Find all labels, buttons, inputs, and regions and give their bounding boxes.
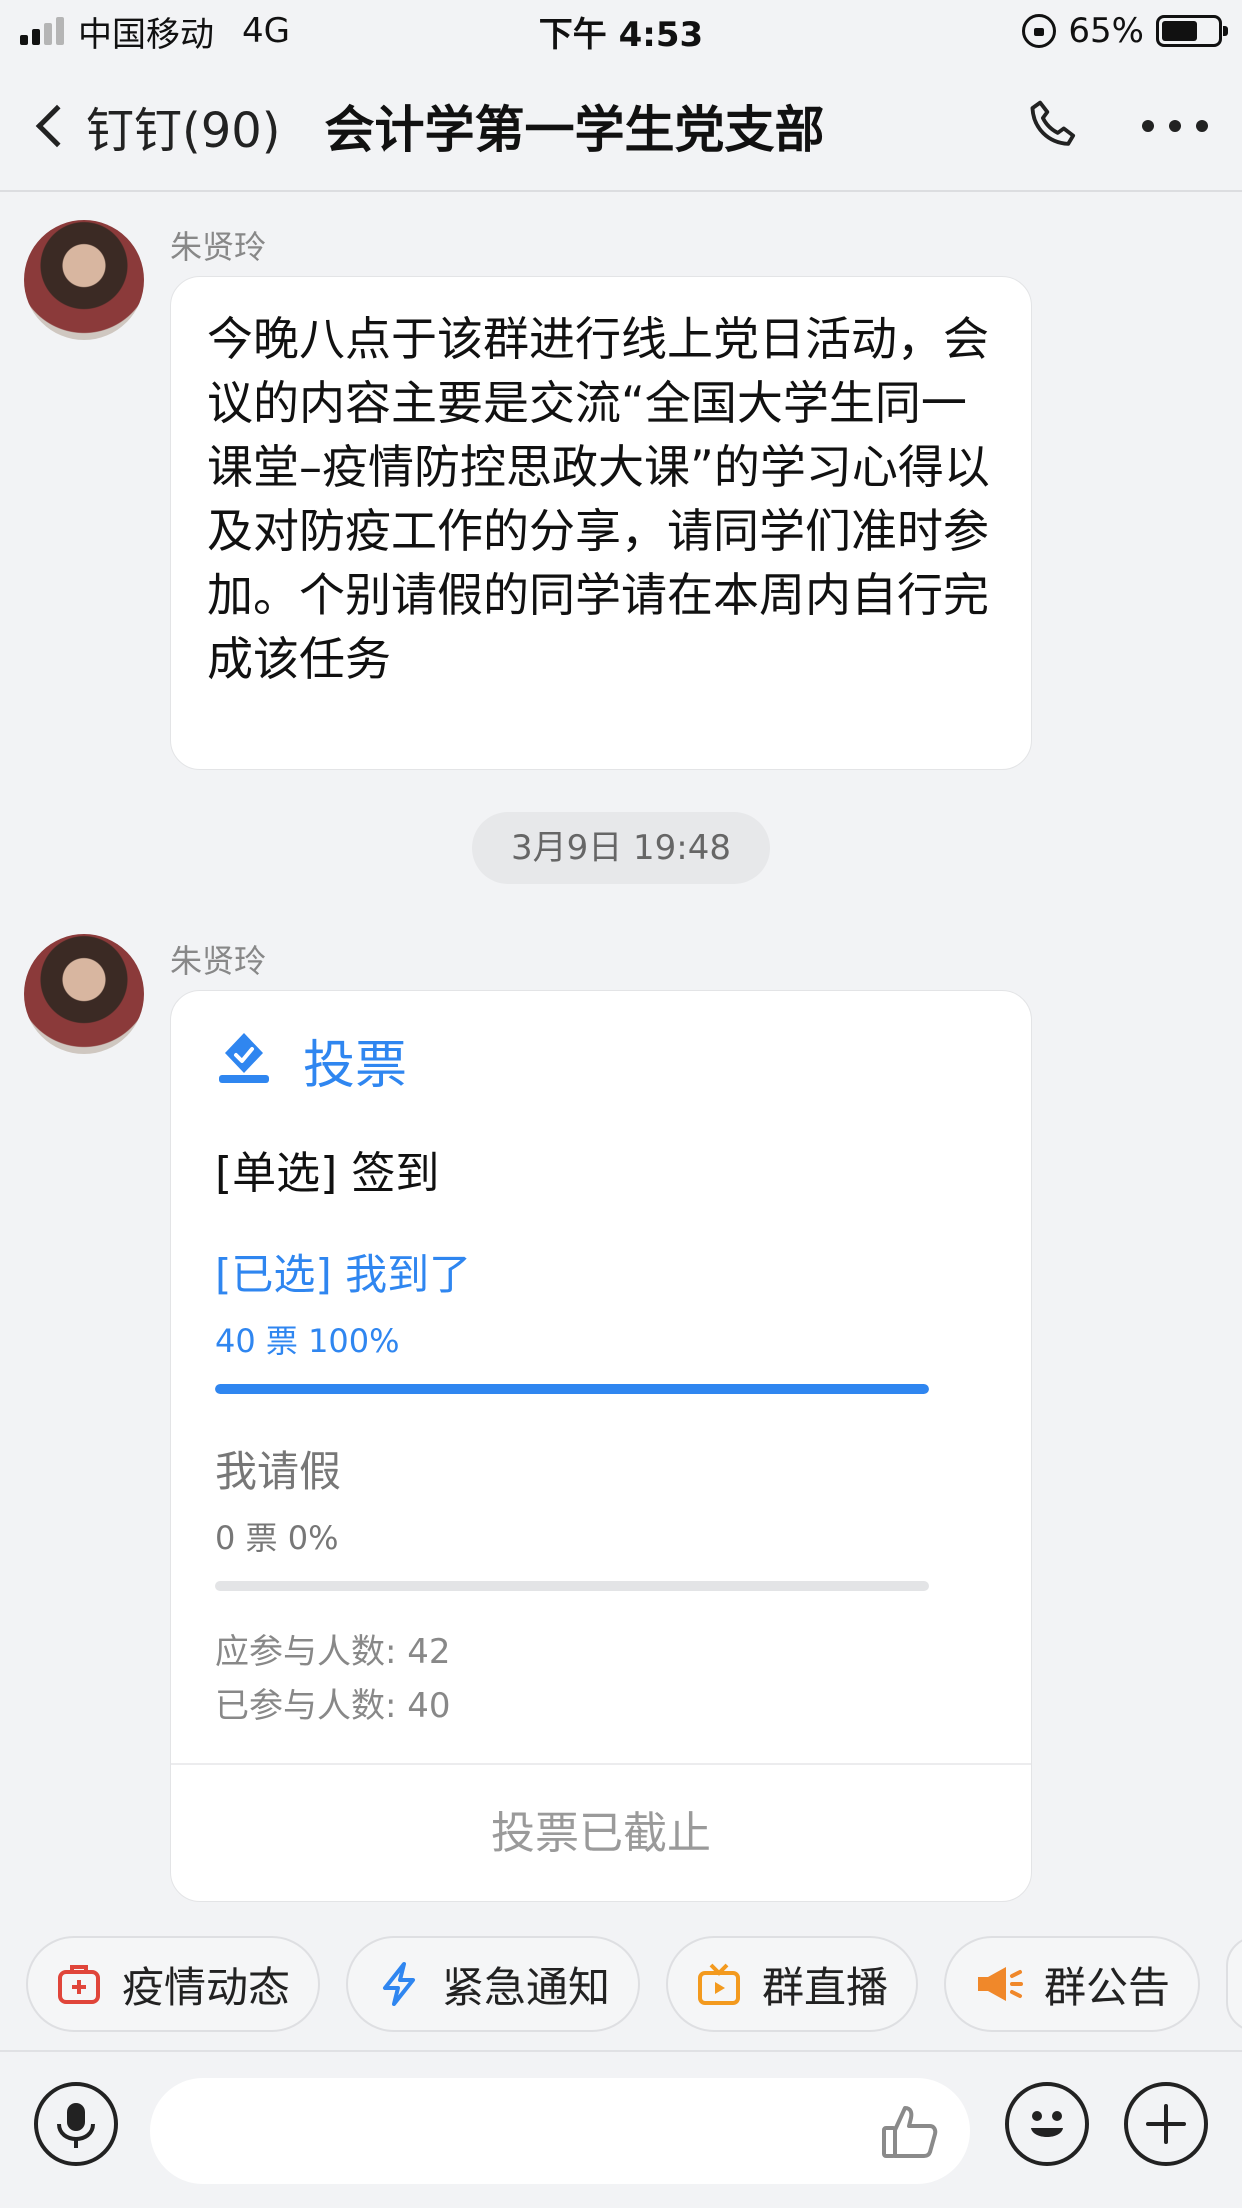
vote-closed-status: 投票已截止 — [171, 1763, 1031, 1901]
vote-option-label: [已选] 我到了 — [215, 1250, 472, 1299]
quick-action-label: 群公告 — [1044, 1962, 1171, 2012]
vote-header: 投票 — [171, 991, 1031, 1103]
vote-progress-bar — [215, 1581, 929, 1591]
lightning-icon — [376, 1961, 422, 2007]
more-icon[interactable] — [1138, 116, 1212, 136]
vote-ballot-icon — [215, 1029, 273, 1091]
vote-progress-fill — [215, 1384, 929, 1394]
quick-action-label: 紧急通知 — [442, 1962, 611, 2012]
vote-option[interactable]: 我请假 0 票 0% — [171, 1438, 1031, 1591]
tv-icon — [696, 1961, 742, 2007]
quick-action-urgent-notice[interactable]: 紧急通知 — [346, 1936, 641, 2032]
chat-title: 会计学第一学生党支部 — [324, 101, 825, 159]
quick-action-more[interactable] — [1226, 1936, 1242, 2032]
message-bubble[interactable]: 今晚八点于该群进行线上党日活动，会议的内容主要是交流“全国大学生同一课堂–疫情防… — [170, 276, 1032, 770]
quick-action-label: 疫情动态 — [122, 1962, 291, 2012]
nav-actions — [1022, 93, 1212, 159]
plus-icon[interactable] — [1124, 2082, 1208, 2166]
emoji-icon[interactable] — [1005, 2082, 1089, 2166]
expected-count: 应参与人数: 42 — [215, 1632, 451, 1672]
vote-question: [单选] 签到 — [215, 1148, 440, 1199]
vote-option-selected[interactable]: [已选] 我到了 40 票 100% — [171, 1241, 1031, 1394]
rotation-lock-icon — [1022, 14, 1057, 48]
quick-action-epidemic[interactable]: 疫情动态 — [26, 1936, 321, 2032]
avatar[interactable] — [24, 934, 144, 1054]
network-type: 4G — [242, 11, 290, 51]
carrier-name: 中国移动 — [78, 14, 214, 55]
quick-action-announcement[interactable]: 群公告 — [944, 1936, 1201, 2032]
nav-bar: 钉钉(90) 会计学第一学生党支部 — [0, 62, 1242, 192]
medical-kit-icon — [56, 1961, 102, 2007]
message-text: 今晚八点于该群进行线上党日活动，会议的内容主要是交流“全国大学生同一课堂–疫情防… — [207, 312, 990, 686]
back-label: 钉钉(90) — [86, 103, 281, 159]
status-right: 65% — [1022, 11, 1228, 51]
sender-name: 朱贤玲 — [170, 228, 267, 266]
status-left: 中国移动 4G — [20, 7, 290, 56]
microphone-icon[interactable] — [34, 2082, 118, 2166]
avatar[interactable] — [24, 220, 144, 340]
chevron-left-icon — [35, 104, 79, 148]
vote-title: 投票 — [303, 1035, 408, 1096]
battery-fill — [1162, 21, 1198, 41]
quick-action-label: 群直播 — [762, 1962, 889, 2012]
signal-icon — [20, 17, 64, 45]
message-input[interactable] — [150, 2078, 970, 2184]
thumbs-up-icon[interactable] — [878, 2100, 942, 2168]
vote-counts: 应参与人数: 42 已参与人数: 40 — [171, 1625, 1031, 1733]
vote-option-label: 我请假 — [215, 1447, 342, 1496]
battery-percent: 65% — [1068, 11, 1144, 51]
megaphone-icon — [974, 1961, 1024, 2007]
vote-option-stats: 40 票 100% — [215, 1322, 400, 1360]
quick-action-live[interactable]: 群直播 — [666, 1936, 919, 2032]
input-bar — [0, 2050, 1242, 2208]
participated-count: 已参与人数: 40 — [215, 1686, 451, 1726]
phone-icon[interactable] — [1022, 93, 1088, 159]
timestamp-pill: 3月9日 19:48 — [472, 812, 770, 884]
vote-card[interactable]: 投票 [单选] 签到 [已选] 我到了 40 票 100% 我请假 0 票 0%… — [170, 990, 1032, 1902]
sender-name: 朱贤玲 — [170, 942, 267, 980]
battery-icon — [1156, 15, 1228, 47]
vote-progress-bar — [215, 1384, 929, 1394]
vote-option-stats: 0 票 0% — [215, 1519, 339, 1557]
quick-actions-row: 疫情动态 紧急通知 群直播 群公告 — [0, 1936, 1242, 2032]
back-button[interactable]: 钉钉(90) — [30, 91, 281, 161]
status-bar: 中国移动 4G 下午 4:53 65% — [0, 0, 1242, 62]
